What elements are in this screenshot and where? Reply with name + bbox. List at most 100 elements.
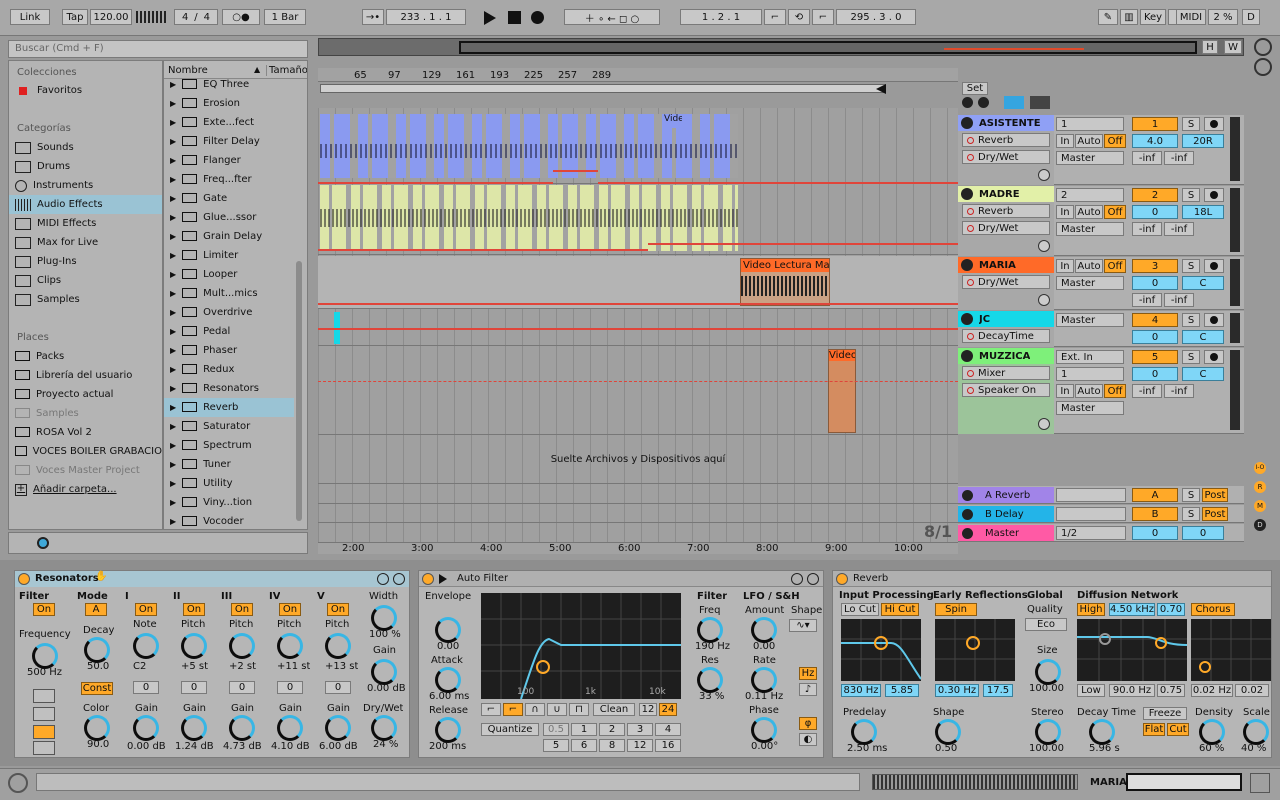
chorus-display[interactable] <box>1191 619 1271 681</box>
quantize-step-button[interactable]: 2 <box>599 723 625 736</box>
add-lane-icon[interactable] <box>1038 418 1050 430</box>
arrangement-grid[interactable]: Vide Video Lectura Mar Video Suelte Arch… <box>318 108 958 542</box>
draw-mode-icon[interactable]: ✎ <box>1098 9 1118 25</box>
disclosure-icon[interactable]: ▶ <box>170 346 176 355</box>
volume-field[interactable]: 4.0 <box>1132 134 1178 148</box>
decay-time-knob[interactable] <box>1089 719 1115 745</box>
arm-button[interactable] <box>1204 350 1224 364</box>
track-title-bar[interactable]: MADRE <box>958 186 1054 202</box>
hicut-button[interactable]: Hi Cut <box>881 603 919 616</box>
quality-select[interactable]: Eco <box>1025 618 1067 631</box>
track-title-bar[interactable]: JC <box>958 311 1054 327</box>
const-button[interactable]: Const <box>81 682 113 695</box>
browser-toggle-icon[interactable] <box>8 38 30 60</box>
solo-button[interactable]: S <box>1182 507 1200 521</box>
arm-button[interactable] <box>1204 259 1224 273</box>
fine-field[interactable]: 0 <box>133 681 159 694</box>
track-title-bar[interactable]: ASISTENTE <box>958 115 1054 131</box>
gain-knob[interactable] <box>229 715 255 741</box>
solo-button[interactable]: S <box>1182 188 1200 202</box>
fine-field[interactable]: 0 <box>325 681 351 694</box>
filter-type-notch[interactable] <box>33 741 55 755</box>
browser-item[interactable]: ▶ Redux <box>164 360 294 379</box>
device-on-icon[interactable] <box>422 573 434 585</box>
monitor-off[interactable]: Off <box>1104 259 1126 273</box>
low-button[interactable]: Low <box>1077 684 1105 697</box>
preview-icon[interactable] <box>37 537 49 549</box>
solo-button[interactable]: S <box>1182 259 1200 273</box>
master-volume[interactable]: 0 <box>1132 526 1178 540</box>
device-on-icon[interactable] <box>18 573 30 585</box>
diffusion-display[interactable] <box>1077 619 1188 681</box>
morph-icon[interactable]: ⊓ <box>569 703 589 716</box>
save-preset-icon[interactable] <box>393 573 405 585</box>
spin-button[interactable]: Spin <box>935 603 977 616</box>
size-knob[interactable] <box>1035 659 1061 685</box>
chorus-button[interactable]: Chorus <box>1191 603 1235 616</box>
midi-map-button[interactable]: MIDI <box>1176 9 1206 25</box>
solo-button[interactable]: S <box>1182 313 1200 327</box>
notch-icon[interactable]: ∪ <box>547 703 567 716</box>
fold-track-icon[interactable] <box>962 527 973 539</box>
device-chooser[interactable]: Mixer <box>962 366 1050 380</box>
track-thumbnail[interactable] <box>1126 773 1242 791</box>
lock-icon[interactable] <box>1030 96 1050 109</box>
disclosure-icon[interactable]: ▶ <box>170 441 176 450</box>
shape-select[interactable]: ∿▾ <box>789 619 817 632</box>
disclosure-icon[interactable]: ▶ <box>170 498 176 507</box>
input-select[interactable]: 1 <box>1056 117 1124 131</box>
freeze-button[interactable]: Freeze <box>1143 707 1187 720</box>
disclosure-icon[interactable]: ▶ <box>170 460 176 469</box>
gain-knob[interactable] <box>371 659 397 685</box>
filter-display[interactable]: 100 1k 10k <box>481 593 681 699</box>
er-rate-value[interactable]: 0.30 Hz <box>935 684 979 697</box>
pan-field[interactable]: 20R <box>1182 134 1224 148</box>
parameter-chooser[interactable]: Dry/Wet <box>962 221 1050 235</box>
disclosure-icon[interactable]: ▶ <box>170 118 176 127</box>
parameter-chooser[interactable]: Dry/Wet <box>962 150 1050 164</box>
input-select[interactable]: Ext. In <box>1056 350 1124 364</box>
browser-item[interactable]: ▶ EQ Three <box>164 75 294 94</box>
track-activator[interactable]: 1 <box>1132 117 1178 131</box>
solo-button[interactable]: S <box>1182 117 1200 131</box>
loop-icon[interactable]: ⟲ <box>788 9 810 25</box>
low-ratio-value[interactable]: 0.75 <box>1157 684 1185 697</box>
sidebar-item-midi-effects[interactable]: MIDI Effects <box>9 214 162 233</box>
fold-track-icon[interactable] <box>961 313 973 325</box>
output-select[interactable]: Master <box>1056 401 1124 415</box>
arm-button[interactable] <box>1204 188 1224 202</box>
disclosure-icon[interactable]: ▶ <box>170 479 176 488</box>
return-title-bar[interactable]: B Delay <box>958 506 1054 522</box>
output-select[interactable]: Master <box>1056 313 1124 327</box>
quantize-button[interactable]: Quantize <box>481 723 539 736</box>
sidebar-item-plug-ins[interactable]: Plug-Ins <box>9 252 162 271</box>
pitch-knob[interactable] <box>229 633 255 659</box>
track-activator[interactable]: 2 <box>1132 188 1178 202</box>
hw-w-button[interactable]: W <box>1224 40 1242 54</box>
search-input[interactable]: Buscar (Cmd + F) <box>8 40 308 58</box>
sidebar-item-packs[interactable]: Packs <box>9 347 162 366</box>
loop-brace[interactable] <box>320 84 886 93</box>
gain-knob[interactable] <box>133 715 159 741</box>
browser-item[interactable]: ▶ Glue...ssor <box>164 208 294 227</box>
fold-track-icon[interactable] <box>961 117 973 129</box>
chorus-amount-value[interactable]: 0.02 <box>1235 684 1269 697</box>
browser-item[interactable]: ▶ Grain Delay <box>164 227 294 246</box>
play-preview-icon[interactable] <box>8 773 28 793</box>
device-chooser[interactable]: Dry/Wet <box>962 275 1050 289</box>
er-amount-value[interactable]: 17.5 <box>983 684 1013 697</box>
fold-track-icon[interactable] <box>961 188 973 200</box>
res-knob[interactable] <box>697 667 723 693</box>
monitor-off[interactable]: Off <box>1104 205 1126 219</box>
master-output-select[interactable]: 1/2 <box>1056 526 1126 540</box>
rate-knob[interactable] <box>751 667 777 693</box>
beat-ruler[interactable]: 65 97 129 161 193 225 257 289 <box>318 68 958 82</box>
filter-type-hp[interactable] <box>33 707 55 721</box>
filter-on-button[interactable]: On <box>33 603 55 616</box>
input-channel-select[interactable]: 1 <box>1056 367 1124 381</box>
drywet-knob[interactable] <box>371 715 397 741</box>
filter-type-bp[interactable] <box>33 725 55 739</box>
amount-knob[interactable] <box>751 617 777 643</box>
browser-item[interactable]: ▶ Spectrum <box>164 436 294 455</box>
volume-field[interactable]: 0 <box>1132 205 1178 219</box>
